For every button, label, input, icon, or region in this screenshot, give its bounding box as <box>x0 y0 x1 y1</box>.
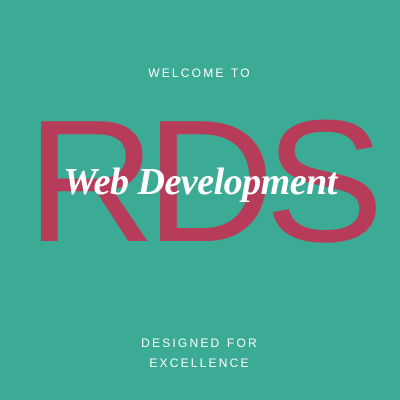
poster: WELCOME TO RDS Web Development DESIGNED … <box>0 0 400 400</box>
tagline: DESIGNED FOR EXCELLENCE <box>0 333 400 373</box>
tagline-line-1: DESIGNED FOR <box>141 336 259 350</box>
web-development-title: Web Development <box>63 161 337 203</box>
tagline-line-2: EXCELLENCE <box>149 356 251 370</box>
welcome-text: WELCOME TO <box>148 66 252 80</box>
